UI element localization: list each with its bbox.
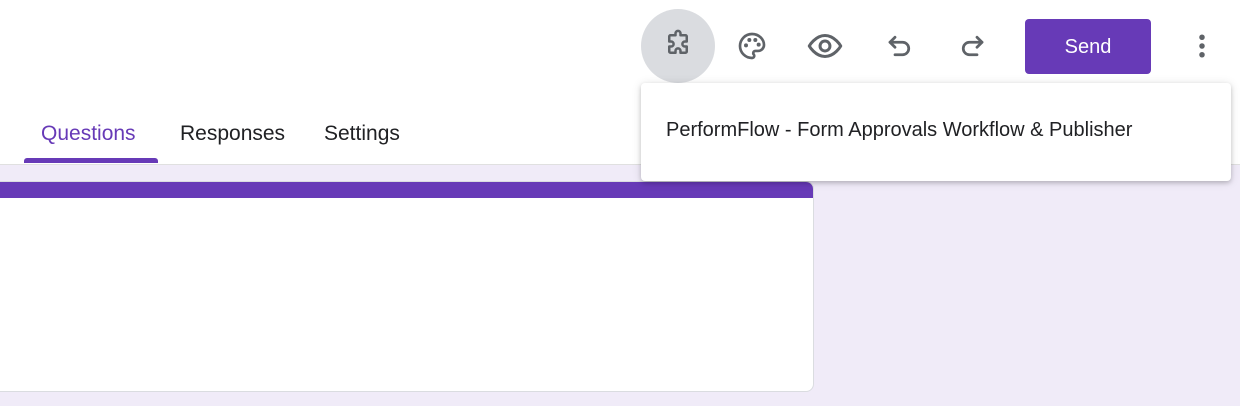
preview-button[interactable] [801, 22, 849, 70]
active-tab-indicator [24, 158, 158, 163]
eye-icon [807, 28, 843, 64]
palette-icon [736, 30, 768, 62]
redo-button[interactable] [948, 22, 996, 70]
customize-theme-button[interactable] [728, 22, 776, 70]
undo-icon [885, 31, 915, 61]
puzzle-icon [663, 29, 693, 64]
addon-menu-item-performflow[interactable]: PerformFlow - Form Approvals Workflow & … [666, 119, 1132, 142]
tab-responses[interactable]: Responses [180, 118, 285, 164]
addons-menu: PerformFlow - Form Approvals Workflow & … [641, 83, 1231, 181]
send-button[interactable]: Send [1025, 19, 1151, 74]
addons-button[interactable] [641, 9, 715, 83]
redo-icon [957, 31, 987, 61]
more-vert-icon [1187, 31, 1217, 61]
tab-settings[interactable]: Settings [324, 118, 400, 164]
form-header-card[interactable] [0, 181, 814, 392]
undo-button[interactable] [876, 22, 924, 70]
form-card-accent-bar [0, 182, 813, 198]
more-options-button[interactable] [1178, 22, 1226, 70]
